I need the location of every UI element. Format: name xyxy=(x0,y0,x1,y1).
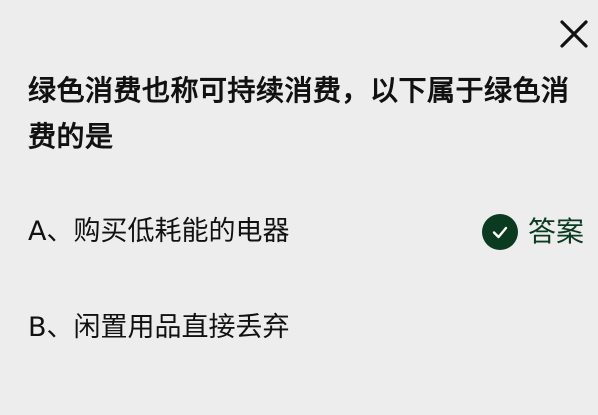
close-button[interactable] xyxy=(556,16,592,52)
answer-label: 答案 xyxy=(528,215,585,248)
answer-button[interactable]: 答案 xyxy=(482,212,584,252)
option-b[interactable]: B、闲置用品直接丢弃 xyxy=(28,308,290,348)
option-a[interactable]: A、购买低耗能的电器 xyxy=(28,212,289,252)
check-circle-icon xyxy=(482,214,518,250)
close-icon xyxy=(560,20,588,48)
question-text: 绿色消费也称可持续消费，以下属于绿色消费的是 xyxy=(28,74,570,153)
